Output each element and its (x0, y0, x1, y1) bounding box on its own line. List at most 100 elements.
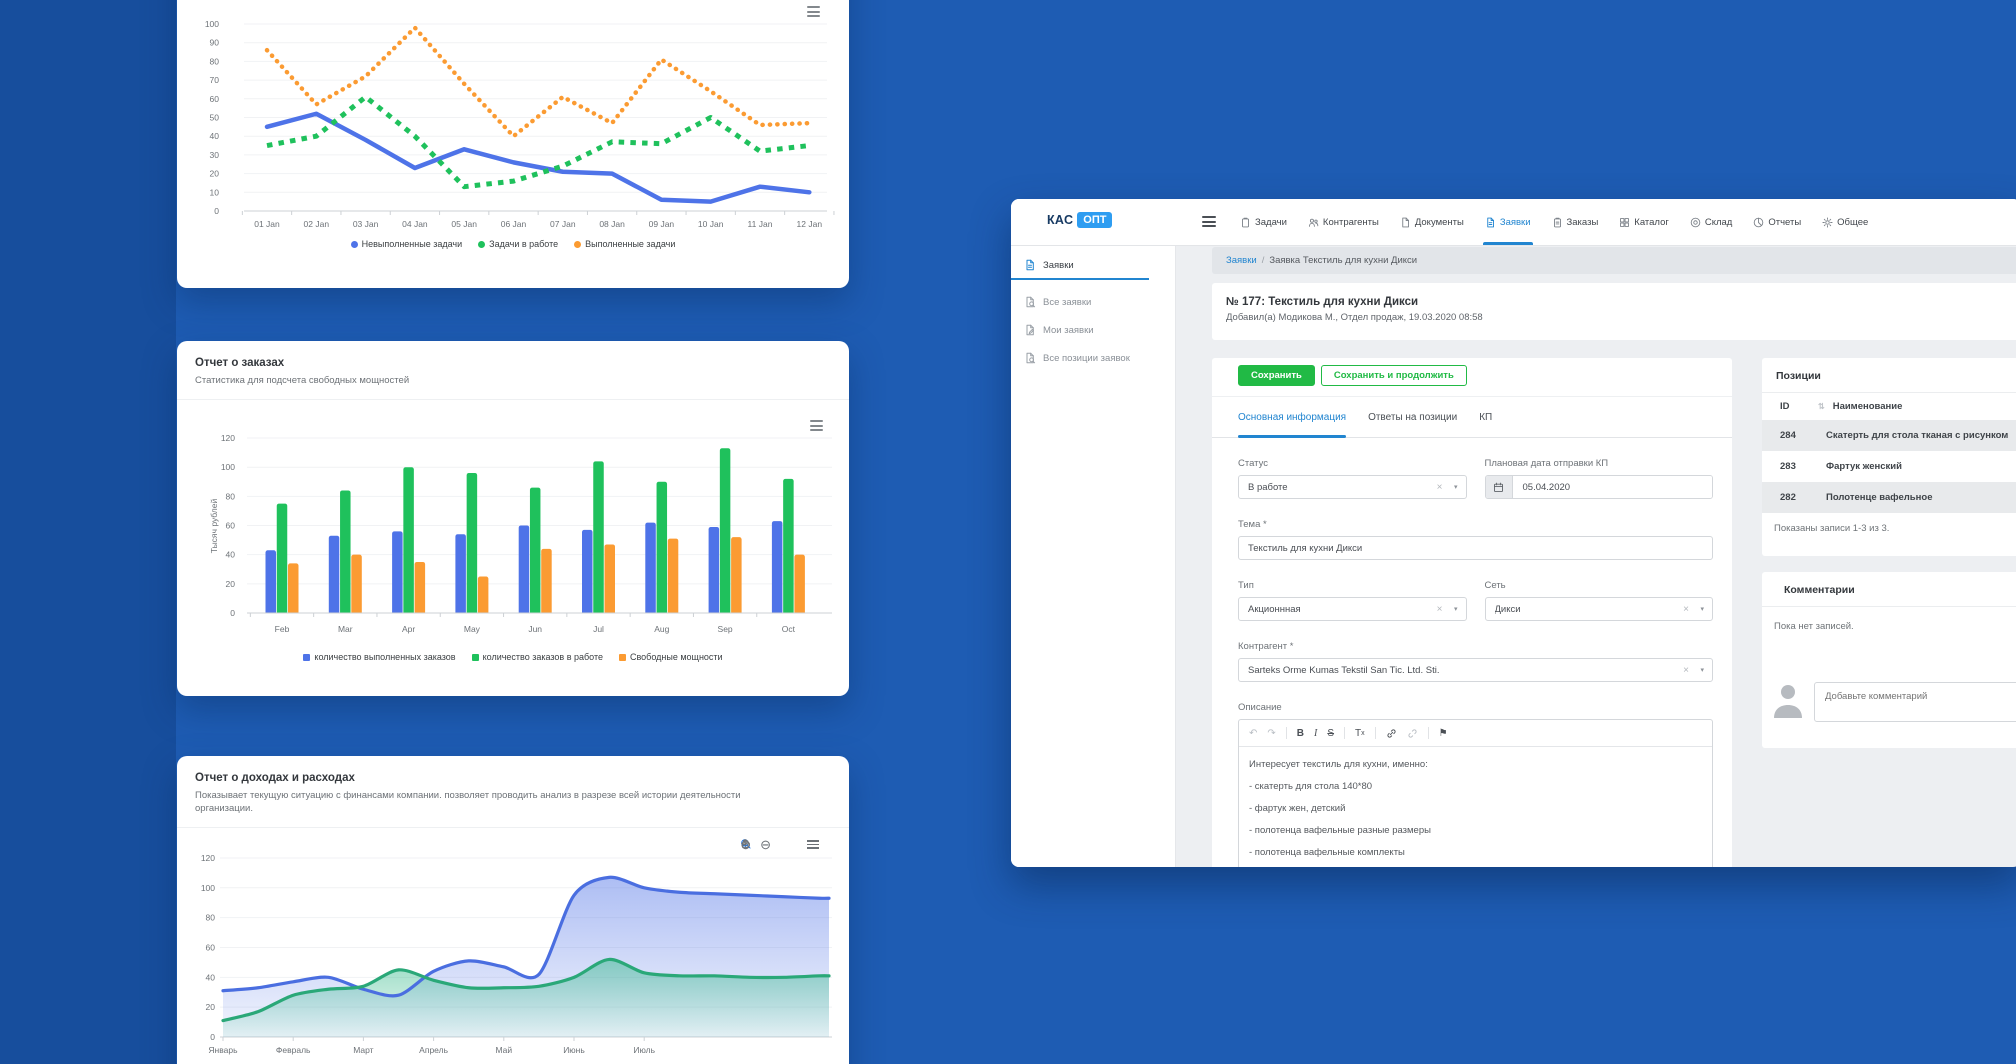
svg-text:Февраль: Февраль (276, 1045, 311, 1055)
nav-item-Каталог[interactable]: Каталог (1619, 199, 1669, 245)
svg-text:0: 0 (210, 1032, 215, 1042)
status-value: В работе (1248, 482, 1288, 493)
svg-text:Apr: Apr (402, 624, 415, 634)
clear-icon[interactable]: × (1683, 665, 1689, 676)
svg-text:02 Jan: 02 Jan (304, 219, 330, 229)
legend-item: количество заказов в работе (472, 652, 603, 662)
doc-lines-icon (1024, 259, 1036, 271)
finance-report-card: 020406080100120ЯнварьФевральМартАпрельМа… (177, 756, 849, 1064)
svg-text:40: 40 (210, 131, 220, 141)
svg-text:120: 120 (201, 853, 215, 863)
orders-bar-chart: 020406080100120Тысяч рублейFebMarAprMayJ… (177, 341, 849, 696)
stock-icon (1690, 217, 1701, 228)
table-row[interactable]: 282Полотенце вафельное (1762, 482, 2016, 513)
chevron-down-icon: ▾ (1700, 605, 1704, 613)
legend-item: количество выполненных заказов (303, 652, 455, 662)
breadcrumb-separator: / (1262, 255, 1265, 266)
main-form-card: Сохранить Сохранить и продолжить Основна… (1212, 358, 1732, 867)
planned-date-field[interactable]: 05.04.2020 (1485, 475, 1714, 499)
nav-item-Заявки[interactable]: Заявки (1485, 199, 1531, 245)
svg-text:100: 100 (201, 883, 215, 893)
reports-icon (1753, 217, 1764, 228)
subject-input[interactable] (1238, 536, 1713, 560)
type-value: Акционнная (1248, 604, 1301, 615)
redo-icon[interactable]: ↷ (1267, 728, 1275, 739)
calendar-icon[interactable] (1486, 476, 1513, 498)
undo-icon[interactable]: ↶ (1249, 728, 1257, 739)
hamburger-menu-icon[interactable] (1202, 216, 1216, 227)
tab-0[interactable]: Основная информация (1238, 397, 1346, 437)
legend-item: Свободные мощности (619, 652, 723, 662)
nav-item-Контрагенты[interactable]: Контрагенты (1308, 199, 1379, 245)
unlink-icon[interactable] (1407, 728, 1418, 739)
link-icon[interactable] (1386, 728, 1397, 739)
toolbar-separator (1286, 727, 1287, 739)
legend-label: количество заказов в работе (483, 652, 603, 662)
comment-input[interactable] (1814, 682, 2016, 722)
svg-text:Январь: Январь (208, 1045, 238, 1055)
type-select[interactable]: Акционнная × ▾ (1238, 597, 1467, 621)
description-line: - полотенца вафельные комплекты (1249, 847, 1702, 859)
save-button[interactable]: Сохранить (1238, 365, 1315, 386)
sidebar-item-Мои заявки[interactable]: Мои заявки (1011, 316, 1175, 344)
svg-text:07 Jan: 07 Jan (550, 219, 576, 229)
comments-panel: Комментарии Пока нет записей. (1762, 572, 2016, 748)
svg-text:80: 80 (206, 913, 216, 923)
table-row[interactable]: 283Фартук женский (1762, 451, 2016, 482)
bold-icon[interactable]: B (1297, 728, 1304, 739)
sidebar-item-Все заявки[interactable]: Все заявки (1011, 288, 1175, 316)
network-select[interactable]: Дикси × ▾ (1485, 597, 1714, 621)
zoom-in-icon[interactable]: ⊕ (740, 838, 751, 851)
breadcrumb-current: Заявка Текстиль для кухни Дикси (1269, 255, 1417, 266)
strikethrough-icon[interactable]: S (1327, 728, 1334, 739)
save-continue-button[interactable]: Сохранить и продолжить (1321, 365, 1467, 386)
nav-item-Общее[interactable]: Общее (1822, 199, 1868, 245)
clear-icon[interactable]: × (1437, 482, 1443, 493)
logo[interactable]: КАС ОПТ (1047, 212, 1112, 228)
document-icon (1400, 217, 1411, 228)
nav-item-Заказы[interactable]: Заказы (1552, 199, 1599, 245)
nav-item-Документы[interactable]: Документы (1400, 199, 1464, 245)
chart-legend: количество выполненных заказов количество… (177, 652, 849, 662)
avatar (1772, 682, 1804, 718)
tab-2[interactable]: КП (1479, 397, 1492, 437)
breadcrumb: Заявки / Заявка Текстиль для кухни Дикси (1212, 247, 2016, 274)
svg-text:01 Jan: 01 Jan (254, 219, 280, 229)
sort-icon[interactable]: ⇅ (1818, 402, 1825, 411)
nav-item-Задачи[interactable]: Задачи (1240, 199, 1287, 245)
sidebar-item-Все позиции заявок[interactable]: Все позиции заявок (1011, 344, 1175, 372)
nav-item-label: Каталог (1634, 217, 1669, 228)
nav-item-label: Задачи (1255, 217, 1287, 228)
cell-id: 282 (1762, 492, 1816, 503)
tab-1[interactable]: Ответы на позиции (1368, 397, 1457, 437)
contractor-label: Контрагент * (1238, 641, 1713, 652)
zoom-out-icon[interactable]: ⊖ (760, 838, 771, 851)
clear-icon[interactable]: × (1683, 604, 1689, 615)
clear-format-icon[interactable]: Tx (1355, 728, 1365, 739)
menu-icon[interactable] (807, 840, 819, 849)
actions-row: Сохранить Сохранить и продолжить (1238, 365, 1713, 386)
table-row[interactable]: 284Скатерть для стола тканая с рисунком (1762, 420, 2016, 451)
editor-content[interactable]: Интересует текстиль для кухни, именно:- … (1239, 747, 1712, 867)
sidebar-item-Заявки[interactable]: Заявки (1011, 250, 1175, 280)
cell-id: 284 (1762, 430, 1816, 441)
chart-legend: Невыполненные задачиЗадачи в работеВыпол… (177, 239, 849, 249)
nav-item-Отчеты[interactable]: Отчеты (1753, 199, 1801, 245)
status-label: Статус (1238, 458, 1467, 469)
flag-icon[interactable]: ⚑ (1439, 728, 1448, 739)
breadcrumb-link[interactable]: Заявки (1226, 255, 1257, 266)
chevron-down-icon: ▾ (1700, 666, 1704, 674)
nav-item-Склад[interactable]: Склад (1690, 199, 1733, 245)
legend-item: Невыполненные задачи (351, 239, 463, 249)
chart-menu-icon[interactable] (810, 420, 823, 431)
italic-icon[interactable]: I (1314, 728, 1317, 739)
clear-icon[interactable]: × (1437, 604, 1443, 615)
nav-item-label: Отчеты (1768, 217, 1801, 228)
gear-icon (1822, 217, 1833, 228)
status-select[interactable]: В работе × ▾ (1238, 475, 1467, 499)
chart-menu-icon[interactable] (807, 6, 820, 17)
contractor-value: Sarteks Orme Kumas Tekstil San Tic. Ltd.… (1248, 665, 1439, 676)
svg-text:40: 40 (206, 972, 216, 982)
main-nav: Задачи Контрагенты Документы Заявки Заказы Ка… (1240, 199, 1868, 245)
contractor-select[interactable]: Sarteks Orme Kumas Tekstil San Tic. Ltd.… (1238, 658, 1713, 682)
